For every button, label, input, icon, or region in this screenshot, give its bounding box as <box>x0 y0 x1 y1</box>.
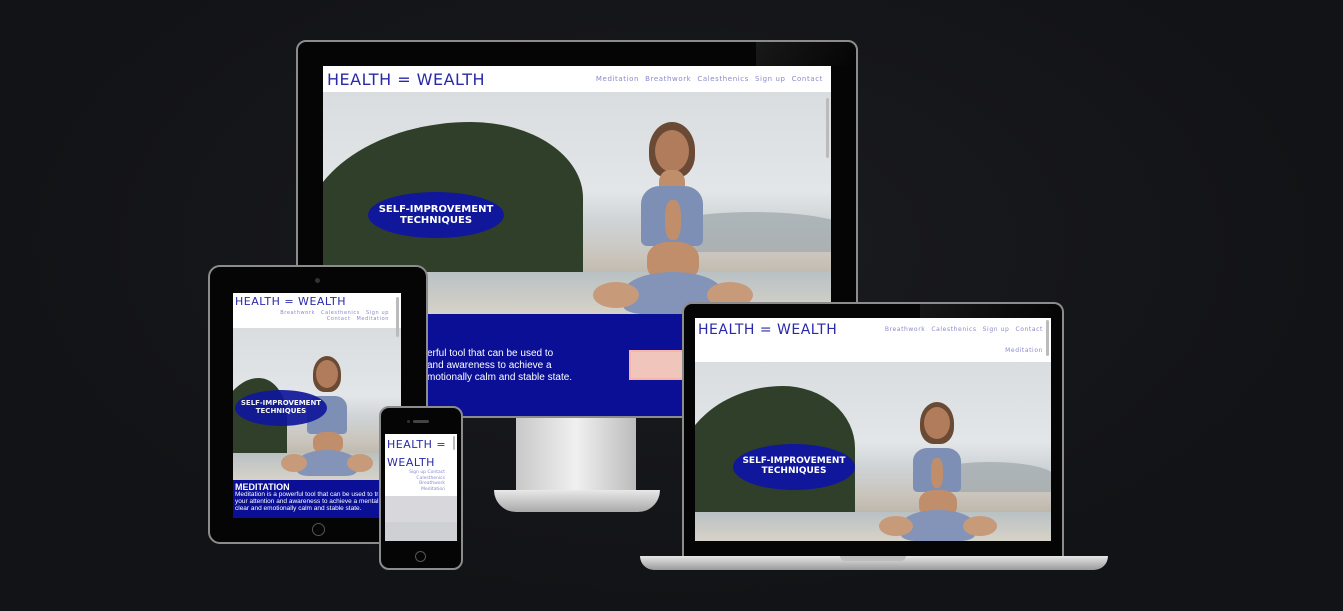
scrollbar[interactable] <box>1046 320 1049 356</box>
nav-link-meditation[interactable]: Meditation <box>385 487 445 493</box>
site-header: HEALTH = WEALTH Breathwork Calesthenics … <box>233 293 401 328</box>
monitor-stand-neck <box>516 416 636 494</box>
site-nav: Breathwork Calesthenics Sign up Contact … <box>843 326 1043 354</box>
nav-link-contact[interactable]: Contact <box>327 316 351 322</box>
tablet-home-button[interactable] <box>312 523 325 536</box>
laptop: HEALTH = WEALTH Breathwork Calesthenics … <box>640 302 1108 577</box>
phone: HEALTH = WEALTH Sign up Contact Calesthe… <box>379 406 463 570</box>
phone-lower-area <box>385 522 457 541</box>
phone-speaker <box>413 420 429 423</box>
woman-meditating <box>873 402 1003 541</box>
section-text: Meditation is a powerful tool that can b… <box>235 491 388 512</box>
nav-link-meditation[interactable]: Meditation <box>1005 347 1043 354</box>
hero-badge: SELF-IMPROVEMENT TECHNIQUES <box>235 390 327 426</box>
nav-link-signup[interactable]: Sign up <box>755 75 786 83</box>
nav-link-breathwork[interactable]: Breathwork <box>885 326 926 333</box>
nav-link-contact[interactable]: Contact <box>427 470 445 475</box>
nav-link-calesthenics[interactable]: Calesthenics <box>697 75 749 83</box>
nav-link-meditation[interactable]: Meditation <box>356 316 389 322</box>
nav-link-breathwork[interactable]: Breathwork <box>645 75 691 83</box>
site-nav: Meditation Breathwork Calesthenics Sign … <box>590 75 823 83</box>
site-header: HEALTH = WEALTH Breathwork Calesthenics … <box>695 318 1051 362</box>
hero-badge: SELF-IMPROVEMENT TECHNIQUES <box>368 192 504 238</box>
nav-link-signup[interactable]: Sign up <box>409 470 426 475</box>
nav-link-meditation[interactable]: Meditation <box>596 75 639 83</box>
site-logo[interactable]: HEALTH = WEALTH <box>327 70 485 89</box>
laptop-screen: HEALTH = WEALTH Breathwork Calesthenics … <box>695 318 1051 541</box>
nav-link-contact[interactable]: Contact <box>792 75 823 83</box>
hero-badge: SELF-IMPROVEMENT TECHNIQUES <box>733 444 855 490</box>
site-header: HEALTH = WEALTH Meditation Breathwork Ca… <box>323 66 831 92</box>
site-logo[interactable]: HEALTH = WEALTH <box>698 322 837 338</box>
nav-link-signup[interactable]: Sign up <box>983 326 1010 333</box>
site-nav: Breathwork Calesthenics Sign up Contact … <box>249 310 389 322</box>
site-nav: Sign up Contact Calesthenics Breathwork … <box>385 470 445 492</box>
phone-home-button[interactable] <box>415 551 426 562</box>
tablet-screen: HEALTH = WEALTH Breathwork Calesthenics … <box>233 293 401 518</box>
phone-screen: HEALTH = WEALTH Sign up Contact Calesthe… <box>385 434 457 541</box>
mockup-stage: HEALTH = WEALTH Meditation Breathwork Ca… <box>0 0 1343 611</box>
site-header: HEALTH = WEALTH Sign up Contact Calesthe… <box>385 434 457 496</box>
woman-meditating <box>583 122 763 314</box>
meditation-section: MEDITATION Meditation is a powerful tool… <box>233 480 401 518</box>
scrollbar[interactable] <box>396 297 399 337</box>
site-logo[interactable]: HEALTH = WEALTH <box>235 295 346 308</box>
scrollbar[interactable] <box>453 436 455 450</box>
hero-image: SELF-IMPROVEMENT TECHNIQUES <box>695 362 1051 541</box>
nav-link-breathwork[interactable]: Breathwork <box>280 310 315 316</box>
scrollbar[interactable] <box>826 98 829 158</box>
monitor-stand-base <box>494 490 660 512</box>
hero-image: SELF-IMPROVEMENT TECHNIQUES <box>233 328 401 480</box>
nav-link-contact[interactable]: Contact <box>1015 326 1043 333</box>
nav-link-calesthenics[interactable]: Calesthenics <box>931 326 976 333</box>
site-logo[interactable]: HEALTH = WEALTH <box>387 436 446 472</box>
